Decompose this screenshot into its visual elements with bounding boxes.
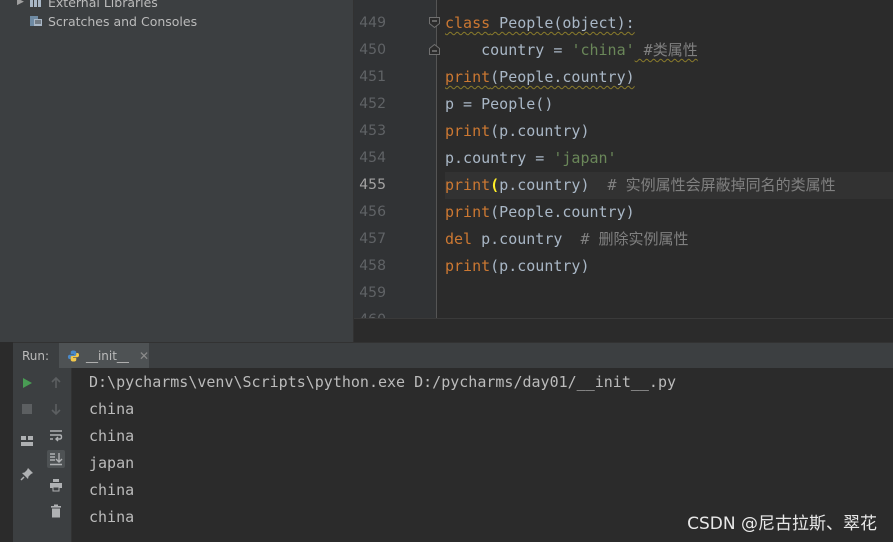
run-toolbar-secondary	[41, 368, 72, 542]
line-number: 456	[359, 204, 386, 220]
scratches-icon	[30, 16, 42, 26]
code-editor[interactable]: 448 449 450 451 452 453 454 455 456 457 …	[354, 0, 893, 318]
trash-icon[interactable]	[47, 502, 65, 520]
call-args: (p.country)	[490, 122, 590, 140]
code-line-454: p.country = 'japan'	[445, 145, 893, 172]
arrow-up-icon[interactable]	[47, 374, 65, 392]
code-line-449: class People(object):	[445, 10, 893, 37]
tree-item-label: External Libraries	[48, 0, 158, 10]
editor-horizontal-scrollbar[interactable]	[354, 318, 893, 343]
del-target: p.country	[472, 230, 581, 248]
code-line-456: print(People.country)	[445, 199, 893, 226]
close-icon[interactable]: ✕	[139, 349, 149, 363]
left-tool-strip	[0, 0, 14, 342]
line-number: 459	[359, 285, 386, 301]
fold-collapse-icon[interactable]	[429, 17, 440, 28]
line-number: 454	[359, 150, 386, 166]
keyword-del: del	[445, 230, 473, 248]
code-line-451: print(People.country)	[445, 64, 893, 91]
builtin-print: print	[445, 68, 491, 86]
class-declaration: People(object):	[490, 14, 635, 32]
assignment-target: country =	[481, 41, 572, 59]
scroll-to-end-icon[interactable]	[47, 450, 65, 468]
soft-wrap-icon[interactable]	[47, 426, 65, 444]
code-text: p = People()	[445, 95, 554, 113]
run-tab-bar: Run: __init__ ✕	[13, 342, 893, 370]
pin-icon[interactable]	[18, 465, 36, 483]
string-literal: 'japan'	[553, 149, 617, 167]
console-command-line: D:\pycharms\venv\Scripts\python.exe D:/p…	[89, 373, 676, 391]
code-line-457: del p.country # 删除实例属性	[445, 226, 893, 253]
rerun-icon[interactable]	[18, 374, 36, 392]
library-icon	[30, 0, 41, 7]
code-comment: # 删除实例属性	[580, 230, 689, 248]
code-comment: # 实例属性会屏蔽掉同名的类属性	[589, 176, 836, 194]
keyword-class: class	[445, 14, 491, 32]
expand-arrow-icon[interactable]: ▶	[17, 0, 29, 7]
fold-end-icon[interactable]	[429, 44, 440, 55]
code-line-452: p = People()	[445, 91, 893, 118]
tree-item-external-libraries[interactable]: ▶ External Libraries	[17, 0, 158, 11]
console-output-line: china	[89, 508, 135, 526]
run-label: Run:	[22, 349, 50, 363]
console-output-line: china	[89, 427, 135, 445]
console-output-line: china	[89, 400, 135, 418]
builtin-print: print	[445, 176, 491, 194]
project-panel: ▶ External Libraries Scratches and Conso…	[13, 0, 354, 342]
tree-item-label: Scratches and Consoles	[48, 13, 198, 29]
run-tab-label: __init__	[85, 349, 129, 363]
call-args: (People.country)	[490, 68, 635, 86]
line-number: 450	[359, 42, 386, 58]
arrow-down-icon[interactable]	[47, 400, 65, 418]
call-args: p.country)	[499, 176, 590, 194]
builtin-print: print	[445, 122, 491, 140]
line-number: 449	[359, 15, 386, 31]
layout-icon[interactable]	[18, 432, 36, 450]
code-line-458: print(p.country)	[445, 253, 893, 280]
line-number: 453	[359, 123, 386, 139]
call-args: (People.country)	[490, 203, 635, 221]
line-number: 448	[354, 0, 386, 10]
call-args: (p.country)	[490, 257, 590, 275]
line-number: 458	[359, 258, 386, 274]
line-number: 457	[359, 231, 386, 247]
matched-paren: (	[490, 176, 500, 194]
editor-gutter: 448 449 450 451 452 453 454 455 456 457 …	[354, 0, 440, 318]
code-line-450: country = 'china' #类属性	[445, 37, 893, 64]
print-icon[interactable]	[47, 476, 65, 494]
line-number: 452	[359, 96, 386, 112]
line-number: 460	[354, 307, 386, 318]
string-literal: 'china'	[571, 41, 635, 59]
console-output-line: japan	[89, 454, 135, 472]
console-output-line: china	[89, 481, 135, 499]
code-area[interactable]: class People(object): country = 'china' …	[445, 0, 893, 318]
code-line-455-current: print(p.country) # 实例属性会屏蔽掉同名的类属性	[445, 172, 893, 199]
tree-item-scratches-and-consoles[interactable]: Scratches and Consoles	[29, 12, 197, 30]
line-number: 451	[359, 69, 386, 85]
code-comment: #类属性	[634, 41, 698, 59]
code-line-453: print(p.country)	[445, 118, 893, 145]
builtin-print: print	[445, 203, 491, 221]
stop-icon[interactable]	[18, 400, 36, 418]
assignment-target: p.country =	[445, 149, 554, 167]
csdn-watermark: CSDN @尼古拉斯、翠花	[687, 514, 877, 534]
builtin-print: print	[445, 257, 491, 275]
run-toolbar-primary	[13, 368, 42, 542]
line-number-current: 455	[359, 177, 386, 193]
run-tab-init[interactable]: __init__ ✕	[59, 343, 149, 369]
python-icon	[67, 350, 80, 362]
